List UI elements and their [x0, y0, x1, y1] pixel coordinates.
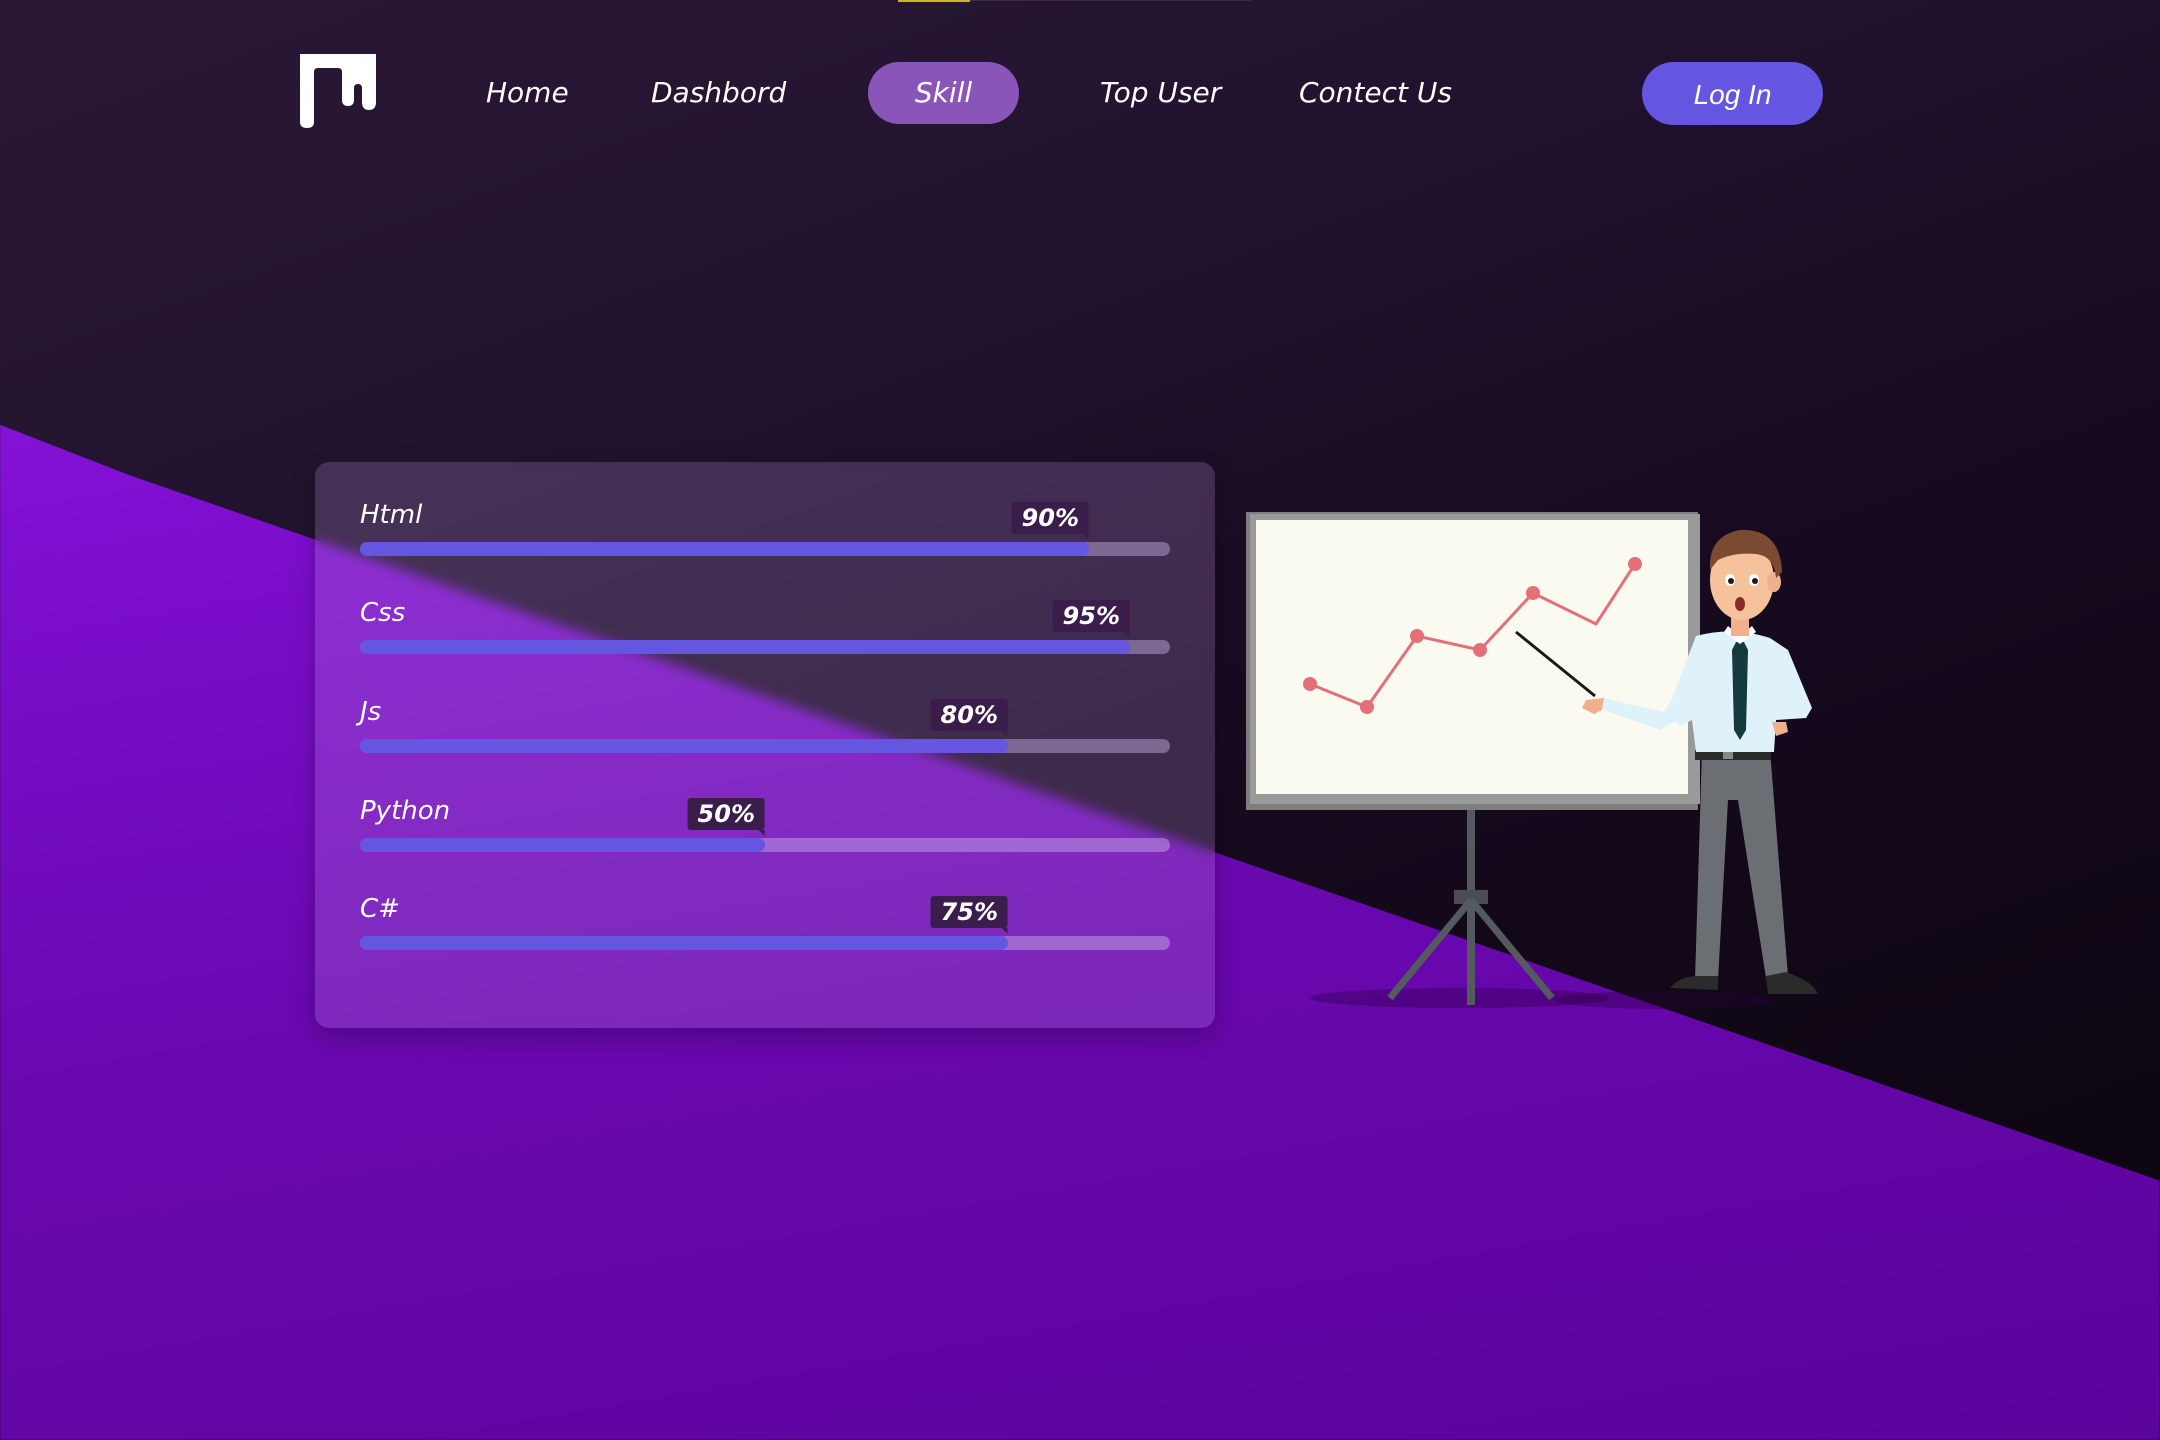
- skill-track: [360, 640, 1170, 654]
- nav-skill[interactable]: Skill: [868, 62, 1019, 124]
- skills-panel: Html 90% Css 95% Js 80% Python 50% C# 75…: [315, 462, 1215, 1028]
- skill-row-css: Css 95%: [360, 598, 1170, 668]
- skill-track: [360, 838, 1170, 852]
- skill-fill: [360, 640, 1130, 654]
- presenter-whiteboard-illustration: [1240, 500, 1860, 1020]
- skill-name: C#: [360, 894, 400, 924]
- nav-top-user[interactable]: Top User: [1100, 62, 1221, 124]
- skill-percent-badge: 90%: [1011, 502, 1090, 540]
- skill-name: Css: [360, 598, 406, 628]
- skill-row-html: Html 90%: [360, 500, 1170, 570]
- skill-percent-badge: 95%: [1052, 600, 1131, 638]
- skill-row-js: Js 80%: [360, 697, 1170, 767]
- skill-track: [360, 936, 1170, 950]
- skill-fill: [360, 936, 1008, 950]
- skill-percent-badge: 80%: [930, 699, 1009, 737]
- skill-track: [360, 739, 1170, 753]
- skill-name: Html: [360, 500, 423, 530]
- skill-fill: [360, 739, 1008, 753]
- nav-home[interactable]: Home: [486, 62, 569, 124]
- skill-name: Python: [360, 796, 451, 826]
- skill-percent-badge: 75%: [930, 896, 1009, 934]
- skill-track: [360, 542, 1170, 556]
- skill-fill: [360, 542, 1089, 556]
- top-accent-bar: [898, 0, 970, 2]
- logo-icon[interactable]: [300, 52, 376, 128]
- skill-row-csharp: C# 75%: [360, 894, 1170, 964]
- skill-fill: [360, 838, 765, 852]
- nav-contact-us[interactable]: Contect Us: [1299, 62, 1452, 124]
- top-accent-line: [970, 0, 1252, 1]
- skill-percent-badge: 50%: [687, 798, 766, 836]
- skill-name: Js: [360, 697, 382, 727]
- login-button[interactable]: Log In: [1642, 62, 1823, 125]
- nav-dashboard[interactable]: Dashbord: [651, 62, 786, 124]
- skill-row-python: Python 50%: [360, 796, 1170, 866]
